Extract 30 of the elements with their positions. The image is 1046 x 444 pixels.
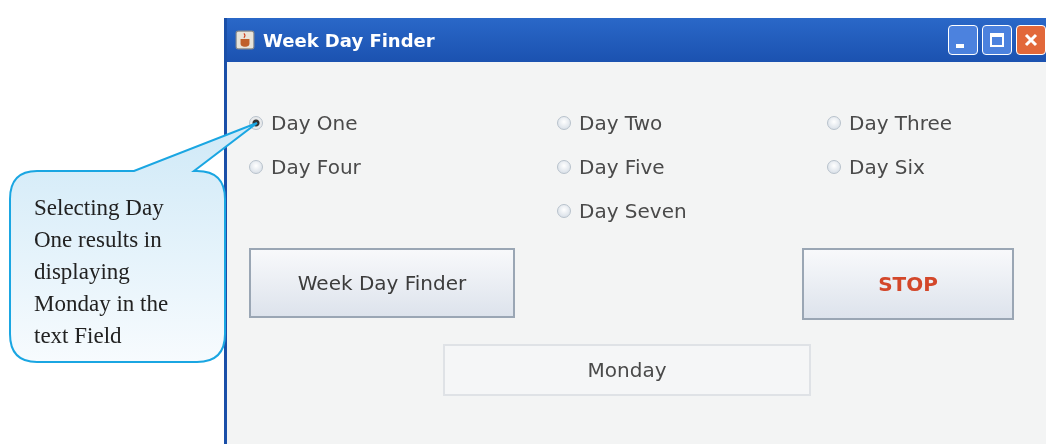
radio-button[interactable] — [557, 160, 571, 174]
radio-button[interactable] — [827, 116, 841, 130]
radio-button[interactable] — [249, 160, 263, 174]
radio-option[interactable]: Day Six — [827, 152, 925, 182]
window-title: Week Day Finder — [263, 29, 435, 51]
minimize-icon — [956, 44, 964, 48]
close-button[interactable] — [1016, 25, 1046, 55]
radio-label: Day Five — [579, 155, 665, 179]
finder-button[interactable]: Week Day Finder — [249, 248, 515, 318]
callout-text: Selecting Day One results in displaying Monday in the text Field — [34, 194, 170, 350]
radio-option[interactable]: Day Two — [557, 108, 663, 138]
radio-option[interactable]: Day Four — [249, 152, 361, 182]
maximize-icon — [987, 30, 1007, 50]
radio-label: Day Six — [849, 155, 925, 179]
radio-button[interactable] — [827, 160, 841, 174]
radio-label: Day Seven — [579, 199, 687, 223]
radio-option[interactable]: Day Three — [827, 108, 953, 138]
radio-button[interactable] — [557, 204, 571, 218]
radio-button[interactable] — [557, 116, 571, 130]
radio-option[interactable]: Day Five — [557, 152, 665, 182]
text-field[interactable]: Monday — [443, 344, 811, 396]
radio-label: Day One — [271, 111, 358, 135]
maximize-button[interactable] — [982, 25, 1012, 55]
radio-label: Day Four — [271, 155, 361, 179]
radio-label: Day Two — [579, 111, 663, 135]
radio-label: Day Three — [849, 111, 953, 135]
radio-option[interactable]: Day Seven — [557, 196, 687, 226]
minimize-button[interactable] — [948, 25, 978, 55]
stop-button[interactable]: STOP — [802, 248, 1014, 320]
cup-icon — [235, 30, 255, 50]
